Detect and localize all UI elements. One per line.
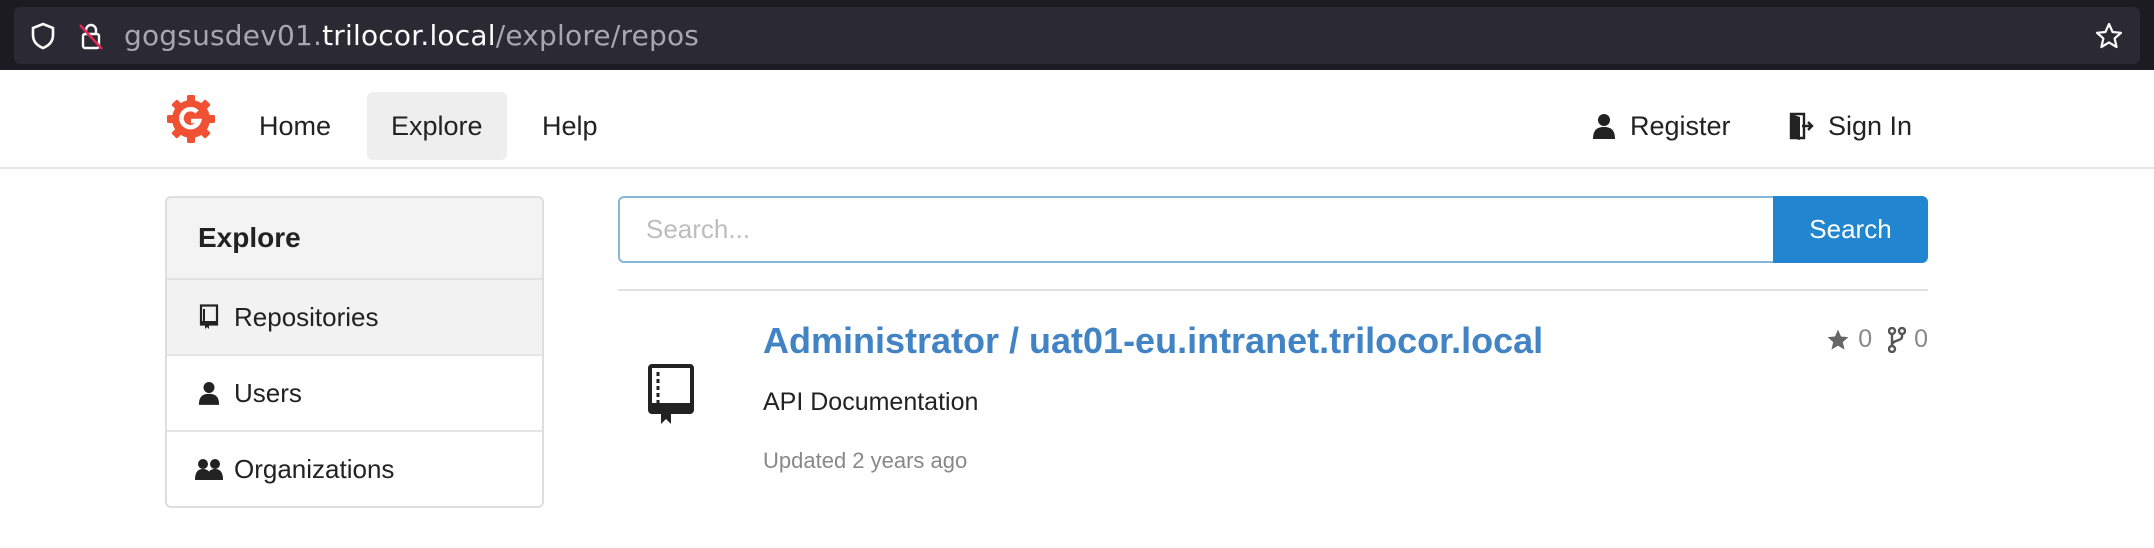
fork-count: 0 (1914, 325, 1928, 353)
sidebar-title: Explore (167, 198, 542, 280)
repo-icon (195, 304, 223, 330)
search-button[interactable]: Search (1773, 196, 1928, 263)
repo-title-link[interactable]: Administrator / uat01-eu.intranet.triloc… (763, 320, 1543, 362)
repo-book-icon (646, 363, 696, 425)
sidebar-item-label: Organizations (234, 453, 395, 484)
address-bar[interactable]: gogsusdev01.trilocor.local/explore/repos (14, 7, 2140, 64)
repo-updated-time: Updated 2 years ago (763, 448, 968, 473)
organization-icon (195, 458, 223, 480)
sidebar-item-organizations[interactable]: Organizations (167, 432, 542, 506)
user-icon (195, 381, 223, 405)
register-label: Register (1630, 110, 1731, 141)
sign-in-icon (1788, 112, 1814, 140)
nav-help[interactable]: Help (518, 92, 622, 160)
sign-in-link[interactable]: Sign In (1764, 92, 1936, 160)
divider (618, 289, 1928, 291)
sidebar-item-label: Users (234, 377, 302, 408)
bookmark-star-icon[interactable] (2094, 21, 2124, 51)
sidebar-item-repositories[interactable]: Repositories (167, 280, 542, 356)
gogs-logo[interactable] (166, 94, 216, 144)
browser-toolbar: gogsusdev01.trilocor.local/explore/repos (0, 0, 2154, 70)
sign-in-label: Sign In (1828, 110, 1913, 141)
repo-description: API Documentation (763, 388, 979, 416)
search-input[interactable] (618, 196, 1774, 263)
explore-sidebar: Explore Repositories Users Organizations (165, 196, 544, 508)
star-count: 0 (1858, 325, 1873, 353)
nav-home[interactable]: Home (235, 92, 355, 160)
url-text[interactable]: gogsusdev01.trilocor.local/explore/repos (124, 19, 699, 52)
fork-icon (1888, 326, 1907, 353)
repo-stats: 0 0 (1826, 325, 1928, 354)
nav-explore[interactable]: Explore (367, 92, 507, 160)
user-icon (1592, 113, 1616, 139)
register-link[interactable]: Register (1568, 92, 1755, 160)
star-icon (1826, 328, 1850, 352)
sidebar-item-label: Repositories (234, 301, 379, 332)
top-navigation: Home Explore Help Register Sign In (0, 70, 2154, 169)
insecure-lock-icon[interactable] (76, 21, 106, 51)
shield-icon[interactable] (28, 21, 58, 51)
sidebar-item-users[interactable]: Users (167, 356, 542, 432)
